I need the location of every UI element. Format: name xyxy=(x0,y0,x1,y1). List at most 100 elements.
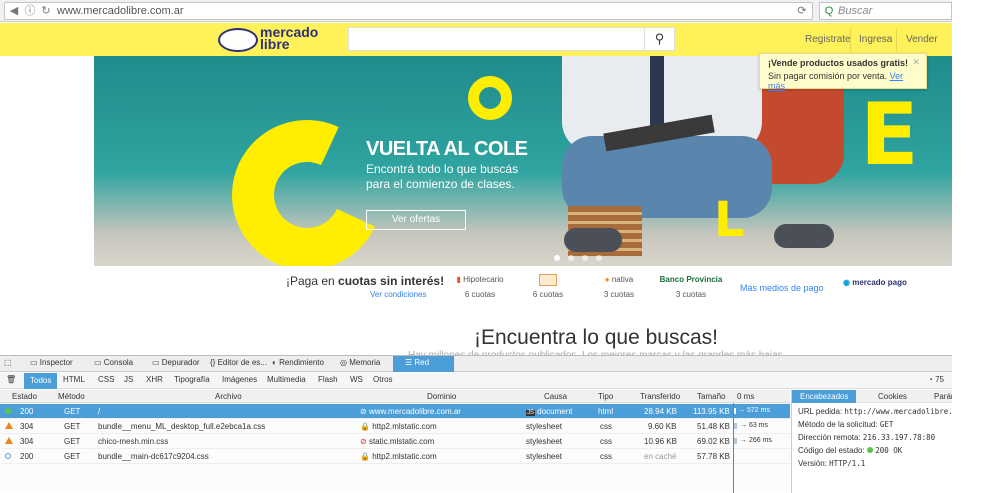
bank-card[interactable]: 6 cuotas xyxy=(520,272,576,299)
cause-cell: stylesheet xyxy=(526,452,563,461)
carousel-dot[interactable] xyxy=(554,255,560,261)
request-count-value: 75 xyxy=(935,375,944,384)
filter-media[interactable]: Multimedia xyxy=(267,375,306,384)
view-offers-button[interactable]: Ver ofertas xyxy=(366,210,466,230)
tab-network[interactable]: ☰ Red xyxy=(393,356,454,372)
tab-params[interactable]: Parár xyxy=(934,392,954,401)
col-file[interactable]: Archivo xyxy=(215,392,242,401)
domain-cell: 🔒 http2.mlstatic.com xyxy=(360,422,437,431)
col-transferred[interactable]: Transferido xyxy=(640,392,680,401)
status-ok-icon xyxy=(866,447,873,453)
banner-subtitle: Encontrá todo lo que buscás para el comi… xyxy=(366,162,518,192)
col-size[interactable]: Tamaño xyxy=(697,392,725,401)
tab-console[interactable]: ▭ Consola xyxy=(94,358,133,367)
domain-cell: ⊘ static.mlstatic.com xyxy=(360,437,434,446)
url-text[interactable]: www.mercadolibre.com.ar xyxy=(57,5,184,17)
col-cause[interactable]: Causa xyxy=(544,392,567,401)
letter-l-decoration: L xyxy=(714,192,745,248)
bank-provincia[interactable]: Banco Provincia 3 cuotas xyxy=(656,272,726,299)
kid-tie xyxy=(650,56,664,126)
domain-text: www.mercadolibre.com.ar xyxy=(368,407,461,416)
filter-all[interactable]: Todos xyxy=(24,373,58,389)
refresh-small-icon[interactable]: ↻ xyxy=(39,4,53,18)
filter-css[interactable]: CSS xyxy=(98,375,114,384)
domain-cell: 🔒 http2.mlstatic.com xyxy=(360,452,437,461)
col-timeline[interactable]: 0 ms xyxy=(737,392,754,401)
search-button[interactable]: ⚲ xyxy=(644,28,674,50)
status-cell: 200 xyxy=(20,407,34,416)
close-icon[interactable]: ✕ xyxy=(912,57,920,68)
timeline-marker xyxy=(733,403,734,493)
filter-ws[interactable]: WS xyxy=(350,375,363,384)
col-method[interactable]: Método xyxy=(58,392,85,401)
carousel-dot[interactable] xyxy=(596,255,602,261)
search-engine-icon[interactable]: Q xyxy=(822,4,836,18)
carousel-dot[interactable] xyxy=(568,255,574,261)
divider xyxy=(850,29,851,51)
detail-label: URL pedida: xyxy=(798,407,843,416)
letter-o-decoration xyxy=(468,76,512,120)
tab-label: Inspector xyxy=(39,358,73,367)
filter-xhr[interactable]: XHR xyxy=(146,375,163,384)
register-link[interactable]: Registrate xyxy=(805,34,851,45)
table-row[interactable]: 200 GET bundle__main-dc617c9204.css 🔒 ht… xyxy=(0,449,790,464)
back-icon[interactable]: ◀ xyxy=(7,4,21,18)
site-search-input[interactable]: ⚲ xyxy=(348,27,675,51)
filter-js[interactable]: JS xyxy=(124,375,133,384)
filter-bar: 🗑 Todos HTML CSS JS XHR Tipografía Imáge… xyxy=(0,373,952,389)
lock-icon: 🔒 xyxy=(360,452,370,461)
filter-other[interactable]: Otros xyxy=(373,375,393,384)
method-cell: GET xyxy=(64,407,81,416)
banner-subtitle-line2: para el comienzo de clases. xyxy=(366,177,515,191)
table-row[interactable]: 304 GET bundle__menu_ML_desktop_full.e2e… xyxy=(0,419,790,434)
trash-icon[interactable]: 🗑 xyxy=(6,375,16,384)
bank-cuotas: 6 cuotas xyxy=(532,290,564,299)
details-tabs: Encabezados Cookies Parár xyxy=(792,390,954,403)
detail-label: Código del estado: xyxy=(798,446,865,455)
sell-link[interactable]: Vender xyxy=(906,34,938,45)
type-cell: css xyxy=(600,437,612,446)
browser-search-input[interactable]: Q Buscar xyxy=(819,2,952,20)
carousel-dots xyxy=(554,252,610,264)
bank-cuotas: 3 cuotas xyxy=(603,290,635,299)
tab-cookies[interactable]: Cookies xyxy=(878,392,907,401)
filter-images[interactable]: Imágenes xyxy=(222,375,257,384)
login-link[interactable]: Ingresa xyxy=(859,34,892,45)
detail-url: URL pedida: http://www.mercadolibre.com xyxy=(798,407,966,416)
filter-html[interactable]: HTML xyxy=(63,375,85,384)
tab-style-editor[interactable]: {} Editor de es... xyxy=(210,358,267,367)
tab-label: Depurador xyxy=(161,358,200,367)
col-domain[interactable]: Dominio xyxy=(427,392,456,401)
bank-nativa[interactable]: ● nativa 3 cuotas xyxy=(591,272,647,299)
reload-icon[interactable]: ⟳ xyxy=(795,4,809,18)
type-cell: css xyxy=(600,422,612,431)
address-bar[interactable]: ◀ ⓘ ↻ www.mercadolibre.com.ar ⟳ xyxy=(4,2,813,20)
letter-e-decoration: E xyxy=(860,85,919,185)
timer-icon: ◔ xyxy=(928,375,933,384)
conditions-link[interactable]: Ver condiciones xyxy=(370,290,426,299)
handshake-icon xyxy=(218,28,258,52)
table-row[interactable]: 200 GET / ⊘ www.mercadolibre.com.ar JS d… xyxy=(0,404,790,419)
element-picker-icon[interactable]: ⬚ xyxy=(4,358,12,367)
bank-hipotecario[interactable]: ▮ Hipotecario 6 cuotas xyxy=(452,272,508,299)
tab-headers[interactable]: Encabezados xyxy=(792,390,857,403)
carousel-dot[interactable] xyxy=(582,255,588,261)
col-status[interactable]: Estado xyxy=(12,392,37,401)
cause-cell: JS document xyxy=(526,407,572,416)
detail-label: Método de la solicitud: xyxy=(798,420,878,429)
tab-debugger[interactable]: ▭ Depurador xyxy=(152,358,200,367)
info-icon[interactable]: ⓘ xyxy=(23,4,37,18)
tab-performance[interactable]: ◐ Rendimiento xyxy=(272,358,324,367)
type-cell: html xyxy=(598,407,614,416)
status-cell: 304 xyxy=(20,437,34,446)
tab-memory[interactable]: ◎ Memoria xyxy=(340,358,380,367)
nativa-logo-icon: ● xyxy=(604,275,610,284)
col-type[interactable]: Tipo xyxy=(598,392,613,401)
filter-flash[interactable]: Flash xyxy=(318,375,338,384)
tab-inspector[interactable]: ▭ Inspector xyxy=(30,358,73,367)
more-payment-methods-link[interactable]: Más medios de pago xyxy=(740,283,824,293)
payments-title-bold: cuotas sin interés! xyxy=(338,274,445,288)
table-row[interactable]: 304 GET chico-mesh.min.css ⊘ static.mlst… xyxy=(0,434,790,449)
mercadolibre-logo[interactable]: mercado libre xyxy=(218,25,318,54)
filter-fonts[interactable]: Tipografía xyxy=(174,375,210,384)
